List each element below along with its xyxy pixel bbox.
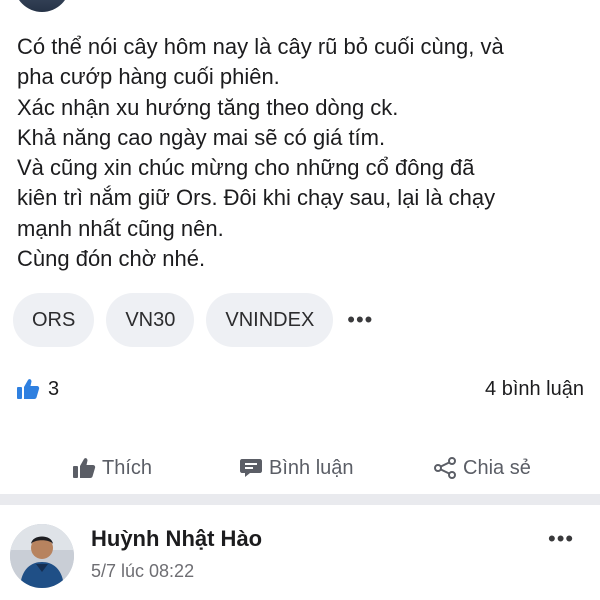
post-stats: 3 4 bình luận [16,374,584,404]
comment-more-button[interactable]: ••• [548,526,574,552]
post-line: Cùng đón chờ nhé. [17,246,206,272]
share-button-label: Chia sẻ [463,456,531,479]
tag-vn30[interactable]: VN30 [106,293,195,347]
tag-ors[interactable]: ORS [13,293,95,347]
avatar[interactable] [10,524,74,588]
comment-count[interactable]: 4 bình luận [485,378,584,401]
post-line: Khả năng cao ngày mai sẽ có giá tím. [17,124,386,150]
like-button[interactable]: Thích [72,448,152,488]
post-line: kiên trì nắm giữ Ors. Đôi khi chạy sau, … [17,185,496,211]
avatar[interactable] [14,0,70,12]
person-photo [10,524,74,588]
comment-author-name[interactable]: Huỳnh Nhật Hào [91,526,262,552]
comment-timestamp: 5/7 lúc 08:22 [91,561,195,581]
comment-button-label: Bình luận [269,456,354,479]
section-divider [0,494,600,505]
like-count: 3 [48,377,60,400]
more-tags-button[interactable]: ••• [347,307,373,333]
like-button-label: Thích [102,456,153,479]
share-icon [434,457,456,479]
stock-tags: ORS VN30 VNINDEX ••• [13,293,373,347]
post-line: Và cũng xin chúc mừng cho những cổ đông … [17,155,475,181]
post-body: Có thể nói cây hôm nay là cây rũ bỏ cuối… [17,32,587,274]
thumbs-up-icon [17,379,40,399]
post-line: pha cướp hàng cuối phiên. [17,64,280,90]
tag-vnindex[interactable]: VNINDEX [206,293,334,347]
thumbs-up-icon [73,458,96,478]
post-line: Có thể nói cây hôm nay là cây rũ bỏ cuối… [17,34,504,59]
post-line: Xác nhận xu hướng tăng theo dòng ck. [17,94,399,120]
share-button[interactable]: Chia sẻ [433,448,531,488]
like-summary[interactable]: 3 [16,378,59,401]
comment-icon [240,459,262,477]
comment-button[interactable]: Bình luận [239,448,354,488]
post-line: mạnh nhất cũng nên. [17,215,224,241]
previous-post-header [0,0,600,14]
action-bar: Thích Bình luận Chia sẻ [0,448,600,488]
